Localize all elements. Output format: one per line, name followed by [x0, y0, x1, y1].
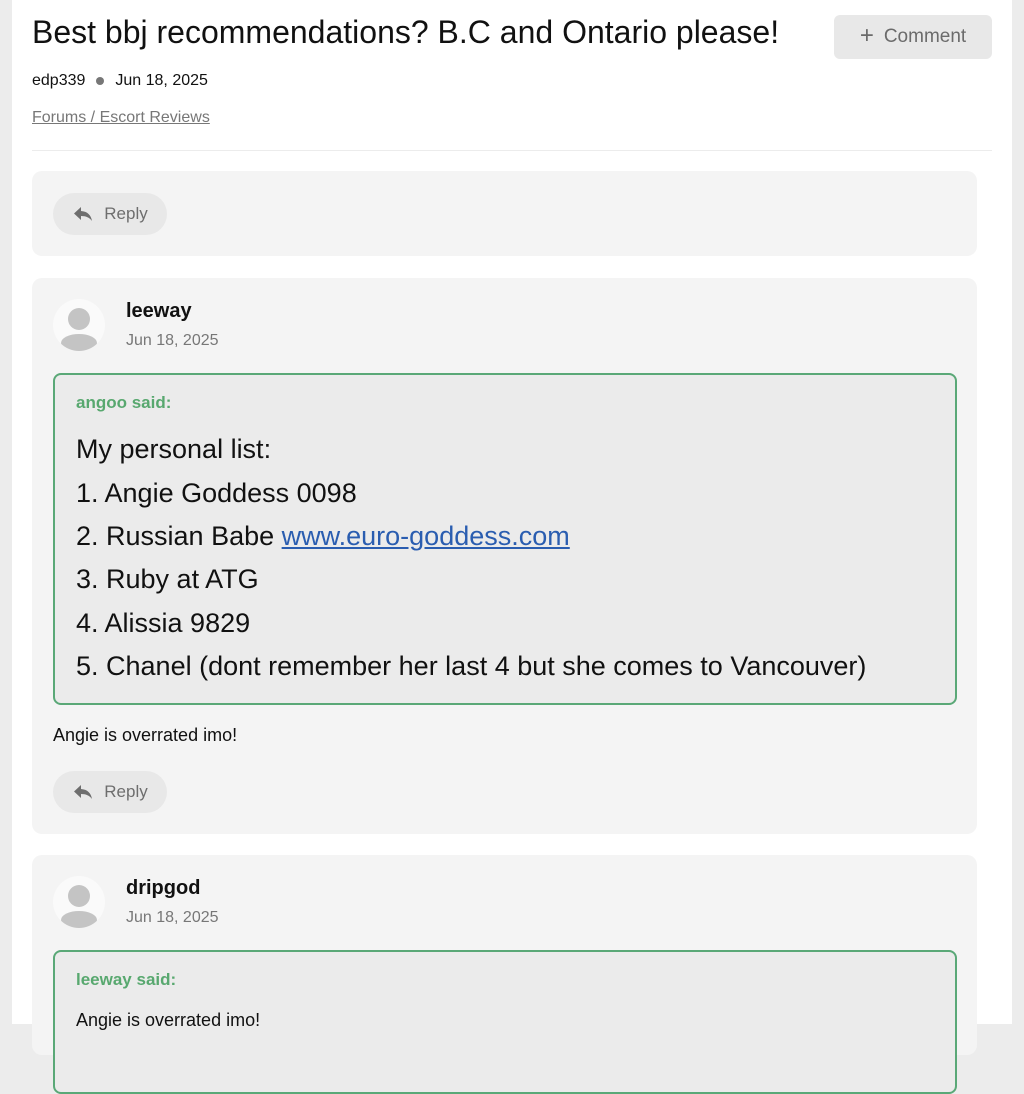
thread-meta: edp339 Jun 18, 2025 [32, 72, 208, 90]
header-divider [32, 150, 992, 151]
reply-button[interactable]: Reply [53, 771, 167, 813]
thread-header: Best bbj recommendations? B.C and Ontari… [12, 0, 1012, 151]
breadcrumb[interactable]: Forums / Escort Reviews [32, 109, 210, 127]
comment-button-label: Comment [883, 26, 967, 47]
user-avatar-icon[interactable] [53, 299, 105, 351]
thread-page: Best bbj recommendations? B.C and Ontari… [12, 0, 1012, 1094]
post-username[interactable]: dripgod [126, 877, 200, 900]
thread-author[interactable]: edp339 [32, 72, 85, 90]
post: leeway Jun 18, 2025 angoo said: My perso… [32, 278, 977, 834]
quote-line: 2. Russian Babe www.euro-goddess.com [76, 521, 570, 552]
quote-author[interactable]: angoo said: [76, 393, 171, 413]
quote-line: 5. Chanel (dont remember her last 4 but … [76, 651, 867, 681]
separator-dot [96, 77, 105, 85]
reply-arrow-icon [74, 785, 93, 799]
quote-author[interactable]: leeway said: [76, 970, 176, 990]
reply-button-label: Reply [104, 782, 148, 801]
post: dripgod Jun 18, 2025 leeway said: Angie … [32, 855, 977, 1094]
thread-title: Best bbj recommendations? B.C and Ontari… [32, 14, 780, 50]
post-date: Jun 18, 2025 [126, 332, 219, 349]
quote-line: My personal list: [76, 434, 272, 464]
quote-link[interactable]: www.euro-goddess.com [282, 521, 570, 551]
quote-line-text: 2. Russian Babe [76, 521, 282, 551]
plus-icon: + [859, 22, 874, 49]
reply-button-label: Reply [104, 204, 148, 223]
quote-line: 1. Angie Goddess 0098 [76, 478, 357, 508]
post-body: Angie is overrated imo! [53, 725, 238, 745]
original-post-footer: Reply [32, 171, 977, 256]
comment-button[interactable]: + Comment [834, 15, 992, 59]
quote-block: angoo said: My personal list: 1. Angie G… [53, 373, 957, 705]
quote-line: 3. Ruby at ATG [76, 564, 259, 594]
post-username[interactable]: leeway [126, 300, 192, 323]
quote-block: leeway said: Angie is overrated imo! [53, 950, 957, 1094]
thread-date: Jun 18, 2025 [115, 72, 208, 89]
quote-line: Angie is overrated imo! [76, 1010, 261, 1030]
reply-arrow-icon [74, 207, 93, 221]
user-avatar-icon[interactable] [53, 876, 105, 928]
post-date: Jun 18, 2025 [126, 909, 219, 926]
quote-line: 4. Alissia 9829 [76, 608, 251, 638]
reply-button[interactable]: Reply [53, 193, 167, 235]
